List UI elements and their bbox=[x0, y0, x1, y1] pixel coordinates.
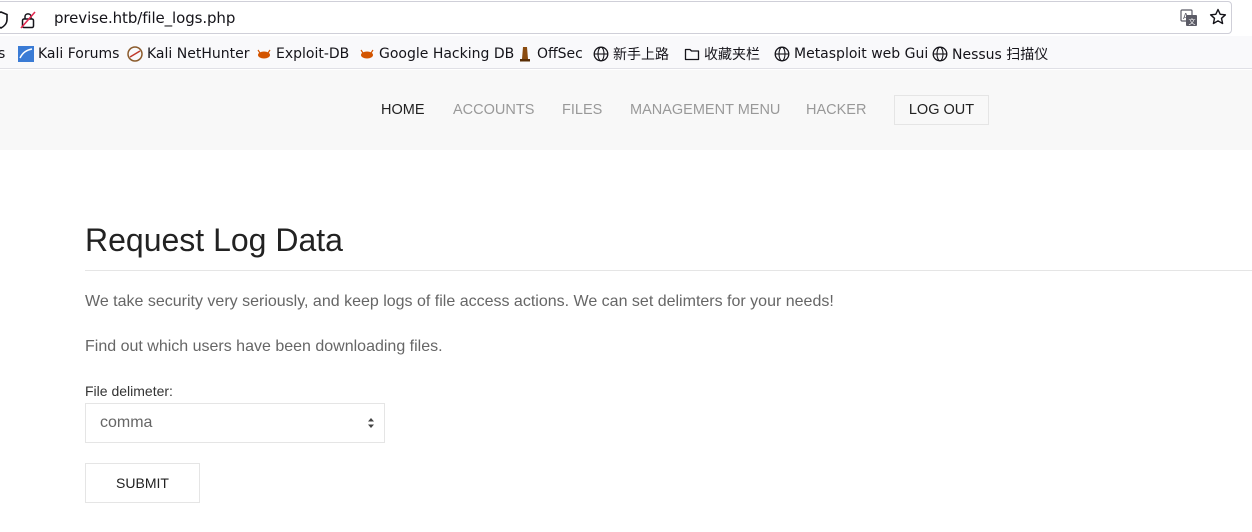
bookmark-google-hacking-db[interactable]: Google Hacking DB bbox=[359, 45, 514, 63]
bookmark-offsec[interactable]: OffSec bbox=[517, 45, 583, 63]
bookmark-label: Kali Forums bbox=[38, 46, 120, 62]
instruction-paragraph: Find out which users have been downloadi… bbox=[85, 338, 443, 355]
nav-accounts[interactable]: ACCOUNTS bbox=[453, 102, 534, 118]
bookmark-partial[interactable]: s bbox=[0, 45, 5, 63]
globe-icon bbox=[774, 46, 790, 62]
bookmarks-toolbar: s Kali Forums Kali NetHunter Exploit-DB … bbox=[0, 36, 1252, 69]
bookmark-exploit-db[interactable]: Exploit-DB bbox=[256, 45, 349, 63]
url-text[interactable]: previse.htb/file_logs.php bbox=[54, 9, 235, 27]
bookmark-label: 新手上路 bbox=[613, 47, 669, 63]
bookmark-kali-nethunter[interactable]: Kali NetHunter bbox=[127, 45, 249, 63]
title-divider bbox=[85, 270, 1252, 271]
submit-button[interactable]: SUBMIT bbox=[85, 463, 200, 503]
browser-url-bar: previse.htb/file_logs.php A 文 bbox=[0, 0, 1252, 36]
offsec-icon bbox=[520, 47, 530, 62]
bookmark-label: OffSec bbox=[537, 46, 583, 62]
bookmark-label: Exploit-DB bbox=[276, 46, 350, 62]
kali-nethunter-icon bbox=[127, 46, 143, 62]
nav-files[interactable]: FILES bbox=[562, 102, 602, 118]
bookmark-label: Metasploit web Gui bbox=[794, 46, 929, 62]
logout-button[interactable]: LOG OUT bbox=[894, 95, 989, 125]
bookmark-metasploit[interactable]: Metasploit web Gui bbox=[774, 45, 928, 63]
bookmark-label: 收藏夹栏 bbox=[704, 47, 760, 63]
bookmark-label: s bbox=[0, 46, 6, 62]
translate-icon[interactable]: A 文 bbox=[1180, 9, 1198, 27]
bookmark-label: Kali NetHunter bbox=[147, 46, 250, 62]
delimiter-label: File delimeter: bbox=[85, 383, 173, 399]
tracking-protection-shield-icon[interactable] bbox=[0, 11, 9, 29]
delimiter-selected-value: comma bbox=[100, 414, 153, 431]
kali-forums-icon bbox=[18, 46, 34, 62]
site-navbar: HOME ACCOUNTS FILES MANAGEMENT MENU HACK… bbox=[0, 70, 1252, 150]
nav-hacker[interactable]: HACKER bbox=[806, 102, 866, 118]
delimiter-select[interactable]: comma bbox=[85, 403, 385, 443]
svg-text:文: 文 bbox=[1189, 17, 1196, 26]
page-title: Request Log Data bbox=[85, 222, 343, 258]
ghdb-icon bbox=[360, 49, 374, 59]
bookmark-label: Google Hacking DB bbox=[379, 46, 515, 62]
insecure-lock-icon[interactable] bbox=[20, 11, 36, 29]
globe-icon bbox=[932, 46, 948, 62]
bookmark-star-icon[interactable] bbox=[1209, 8, 1227, 26]
bookmark-kali-forums[interactable]: Kali Forums bbox=[18, 45, 119, 63]
folder-icon bbox=[684, 48, 700, 61]
intro-paragraph: We take security very seriously, and kee… bbox=[85, 293, 834, 310]
bookmark-folder-favorites[interactable]: 收藏夹栏 bbox=[684, 45, 760, 63]
globe-icon bbox=[593, 46, 609, 62]
bookmark-label: Nessus 扫描仪 bbox=[952, 47, 1049, 63]
nav-home[interactable]: HOME bbox=[381, 102, 425, 118]
bookmark-nessus[interactable]: Nessus 扫描仪 bbox=[932, 45, 1048, 63]
select-updown-arrows-icon bbox=[368, 418, 374, 428]
exploit-db-icon bbox=[257, 49, 271, 59]
nav-management-menu[interactable]: MANAGEMENT MENU bbox=[630, 102, 780, 118]
bookmark-newbie[interactable]: 新手上路 bbox=[593, 45, 669, 63]
